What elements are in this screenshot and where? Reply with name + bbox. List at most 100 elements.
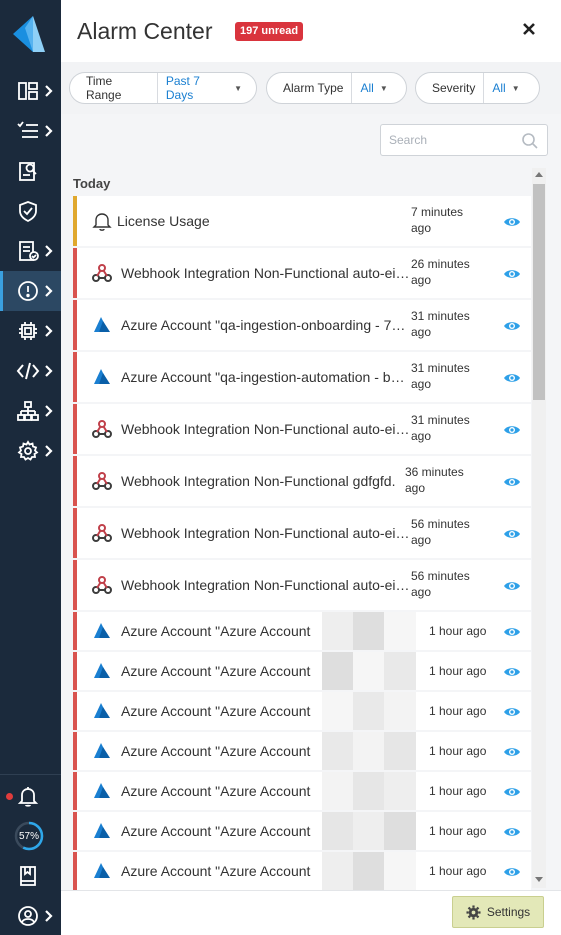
azure-icon [91,314,113,336]
chevron-right-icon [45,325,53,337]
eye-icon[interactable] [503,423,521,435]
webhook-icon [91,470,113,492]
nav-resources[interactable] [0,311,61,351]
eye-icon[interactable] [503,705,521,717]
eye-icon[interactable] [503,625,521,637]
eye-icon[interactable] [503,665,521,677]
nav-tasks[interactable] [0,111,61,151]
bell-icon [91,210,113,232]
chip-icon [19,322,37,340]
alarm-title: Azure Account "Azure Account [121,663,311,679]
eye-icon[interactable] [503,319,521,331]
settings-button[interactable]: Settings [452,896,544,928]
redacted-block [322,612,416,650]
sidebar-divider [0,774,61,775]
filter-alarm-type[interactable]: Alarm Type All ▼ [266,72,407,104]
chevron-right-icon [45,445,53,457]
nav-investigate[interactable] [0,151,61,191]
eye-icon[interactable] [503,785,521,797]
scroll-up-arrow[interactable] [535,172,543,177]
search-box[interactable] [380,124,548,156]
webhook-icon [91,262,113,284]
azure-icon [91,366,113,388]
nav-settings[interactable] [0,431,61,471]
chevron-right-icon [45,125,53,137]
nav-dashboards[interactable] [0,71,61,111]
search-input[interactable] [389,133,519,147]
alarm-row[interactable]: Azure Account "Azure Account 1 hour ago [73,612,531,650]
dashboard-icon [18,82,38,100]
azure-icon [91,740,113,762]
eye-icon[interactable] [503,825,521,837]
section-label-today: Today [73,176,111,191]
alarm-row[interactable]: Webhook Integration Non-Functional auto-… [73,508,531,558]
filter-value[interactable]: All ▼ [484,81,533,95]
eye-icon[interactable] [503,215,521,227]
scrollbar[interactable] [532,168,546,888]
alarm-title: Azure Account "Azure Account [121,823,311,839]
chevron-right-icon [45,285,53,297]
nav-code[interactable] [0,351,61,391]
nav-security[interactable] [0,191,61,231]
alarm-time: 7 minutes ago [411,205,464,235]
report-check-icon [19,241,39,261]
eye-icon[interactable] [503,527,521,539]
alarm-row[interactable]: Azure Account "Azure Account 1 hour ago [73,692,531,730]
alarm-time: 1 hour ago [429,624,487,638]
eye-icon[interactable] [503,865,521,877]
alarm-row[interactable]: Azure Account "qa-ingestion-onboarding -… [73,300,531,350]
gear-icon [466,904,481,920]
alarm-row[interactable]: Azure Account "Azure Account 1 hour ago [73,852,531,890]
close-icon[interactable] [521,21,537,37]
alarm-list: License Usage 7 minutes ago Webhook Integr… [73,196,531,890]
nav-docs[interactable] [0,856,61,896]
header: Alarm Center 197 unread [61,0,561,62]
alarm-row[interactable]: Azure Account "Azure Account 1 hour ago [73,772,531,810]
alarm-time: 1 hour ago [429,864,487,878]
alarm-title: Azure Account "Azure Account [121,863,311,879]
nav-alarms[interactable] [0,271,61,311]
shield-icon [19,201,37,222]
alarm-row[interactable]: License Usage 7 minutes ago [73,196,531,246]
filter-value[interactable]: Past 7 Days ▼ [158,74,256,102]
scroll-down-arrow[interactable] [535,877,543,882]
nav-reports[interactable] [0,231,61,271]
alarm-row[interactable]: Azure Account "Azure Account 1 hour ago [73,732,531,770]
unread-badge: 197 unread [235,22,304,41]
redacted-block [322,772,416,810]
search-icon[interactable] [521,132,539,150]
filter-value[interactable]: All ▼ [352,81,401,95]
azure-icon [91,860,113,882]
alarm-row[interactable]: Webhook Integration Non-Functional auto-… [73,560,531,610]
alarm-title: Webhook Integration Non-Functional gdfgf… [121,473,396,489]
nav-notifications[interactable] [0,776,61,816]
chevron-right-icon [45,365,53,377]
eye-icon[interactable] [503,371,521,383]
redacted-block [322,812,416,850]
eye-icon[interactable] [503,745,521,757]
progress-label: 57% [18,830,39,842]
alarm-time: 56 minutes ago [411,569,470,599]
eye-icon[interactable] [503,475,521,487]
nav-profile[interactable] [0,896,61,935]
filter-label: Severity [416,73,485,103]
nav-network[interactable] [0,391,61,431]
logo-icon[interactable] [11,14,47,54]
alarm-title: Azure Account "Azure Account [121,703,311,719]
eye-icon[interactable] [503,267,521,279]
alarm-row[interactable]: Azure Account "qa-ingestion-automation -… [73,352,531,402]
azure-icon [91,700,113,722]
alarm-title: Webhook Integration Non-Functional auto-… [121,265,411,281]
alarm-row[interactable]: Webhook Integration Non-Functional auto-… [73,248,531,298]
eye-icon[interactable] [503,579,521,591]
redacted-block [322,852,416,890]
alarm-row[interactable]: Webhook Integration Non-Functional gdfgf… [73,456,531,506]
filter-time-range[interactable]: Time Range Past 7 Days ▼ [69,72,257,104]
alarm-row[interactable]: Azure Account "Azure Account 1 hour ago [73,652,531,690]
code-icon [16,362,40,380]
alarm-row[interactable]: Azure Account "Azure Account 1 hour ago [73,812,531,850]
filter-severity[interactable]: Severity All ▼ [415,72,540,104]
alarm-time: 1 hour ago [429,744,487,758]
alarm-row[interactable]: Webhook Integration Non-Functional auto-… [73,404,531,454]
scrollbar-thumb[interactable] [533,184,545,400]
